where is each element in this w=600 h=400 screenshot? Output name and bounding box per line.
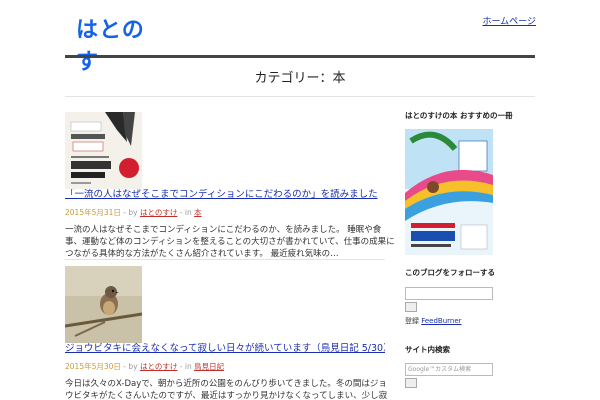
post-meta-in: - in [177, 208, 195, 217]
rss-prefix: 登録 [405, 317, 422, 325]
post-category-link[interactable]: 鳥見日記 [194, 362, 224, 371]
search-input[interactable]: Google™カスタム検索 [405, 363, 493, 376]
rss-subscribe-button[interactable] [405, 302, 417, 312]
post-title-link[interactable]: 「一流の人はなぜそこまでコンディションにこだわるのか」を読みました [65, 189, 385, 201]
post-date: 2015年5月30日 [65, 362, 121, 371]
post-author-link[interactable]: はとのすけ [140, 208, 177, 217]
rss-widget-title: このブログをフォローする [405, 268, 495, 277]
search-widget-title: サイト内検索 [405, 345, 450, 354]
sidebar: はとのすけの本 おすすめの一冊 このブログをフォローする 登録 FeedBurn… [405, 110, 535, 388]
rss-line: 登録 FeedBurner [405, 316, 535, 326]
book-widget-title: はとのすけの本 おすすめの一冊 [405, 111, 513, 120]
post-date: 2015年5月31日 [65, 208, 121, 217]
post-excerpt: 一流の人はなぜそこまでコンディションにこだわるのか、を読みました。 睡眠や食事、… [65, 225, 395, 259]
post-meta: 2015年5月31日 - by はとのすけ - in 本 [65, 208, 385, 218]
title-divider [65, 96, 535, 97]
post-excerpt: 今日は久々のX-Dayで、朝から近所の公園をのんびり歩いてきました。冬の間はジョ… [65, 379, 388, 400]
header-divider [65, 55, 535, 58]
feedburner-link[interactable]: FeedBurner [421, 317, 461, 325]
nav-link-home[interactable]: ホームページ [482, 14, 536, 27]
post-meta-by: - by [120, 362, 140, 371]
search-button[interactable] [405, 378, 417, 388]
post-meta: 2015年5月30日 - by はとのすけ - in 鳥見日記 [65, 362, 385, 372]
post-divider [65, 259, 385, 260]
post-item: 「一流の人はなぜそこまでコンディションにこだわるのか」を読みました 2015年5… [65, 112, 395, 260]
post-meta-by: - by [120, 208, 140, 217]
post-title-link[interactable]: ジョウビタキに会えなくなって寂しい日々が続いています（鳥見日記 5/30） [65, 343, 385, 355]
post-category-link[interactable]: 本 [194, 208, 202, 217]
post-meta-in: - in [177, 362, 195, 371]
post-author-link[interactable]: はとのすけ [140, 362, 177, 371]
site-logo[interactable]: はとのす [76, 12, 166, 75]
book-cover-image[interactable] [405, 129, 493, 255]
post-thumbnail-book[interactable] [65, 112, 142, 189]
post-thumbnail-bird[interactable] [65, 266, 142, 343]
rss-email-input[interactable] [405, 287, 493, 300]
page-title: カテゴリー：本 [254, 71, 346, 86]
post-item: ジョウビタキに会えなくなって寂しい日々が続いています（鳥見日記 5/30） 20… [65, 266, 387, 400]
